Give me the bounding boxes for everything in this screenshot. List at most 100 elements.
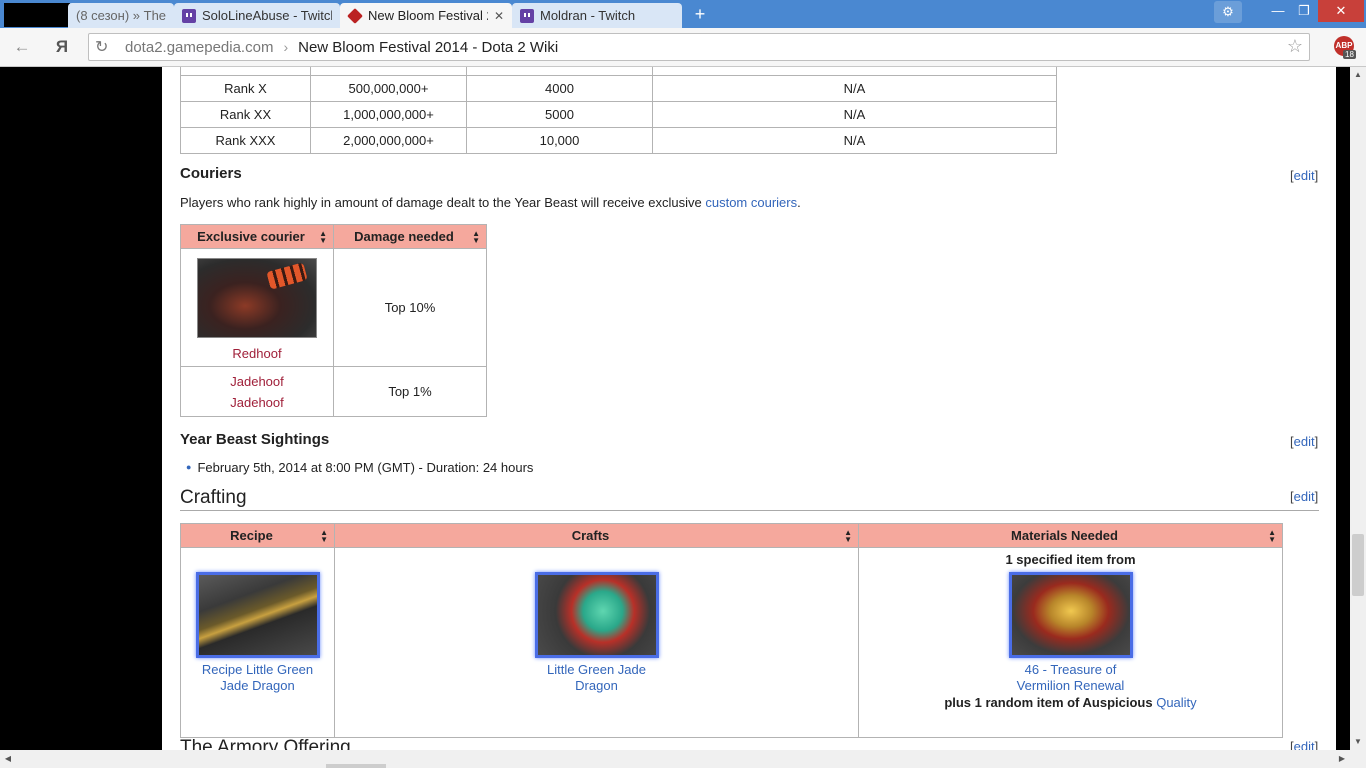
twitch-icon <box>520 8 534 23</box>
browser-toolbar: ← Я ↻ dota2.gamepedia.com › New Bloom Fe… <box>0 28 1366 67</box>
scroll-thumb[interactable] <box>326 764 386 768</box>
tab-sololineabuse[interactable]: SoloLineAbuse - Twitch <box>174 3 340 28</box>
craft-link[interactable]: Little Green Jade Dragon <box>547 662 646 693</box>
column-header[interactable]: Exclusive courier ▲ ▼ <box>180 224 334 249</box>
couriers-heading: Couriers <box>180 165 242 182</box>
armory-edit: [edit] <box>1290 739 1318 750</box>
page-right-border <box>1336 67 1350 750</box>
edit-link[interactable]: edit <box>1294 489 1315 504</box>
scroll-down-icon[interactable]: ▼ <box>1350 734 1366 750</box>
vertical-scrollbar[interactable]: ▲ ▼ <box>1350 67 1366 750</box>
address-separator: › <box>283 39 289 55</box>
column-header[interactable]: Damage needed ▲ ▼ <box>333 224 487 249</box>
close-window-button[interactable]: ✕ <box>1318 0 1364 22</box>
crafting-table: Recipe ▲ ▼ Crafts ▲ ▼ Materials Needed ▲ ▼ Rec… <box>180 523 1283 738</box>
materials-cell: 1 specified item from 46 - Treasure of V… <box>858 547 1283 738</box>
scroll-left-icon[interactable]: ◀ <box>0 750 16 768</box>
close-icon[interactable]: ✕ <box>494 9 504 23</box>
wiki-content: Rank X 500,000,000+ 4000 N/A Rank XX 1,0… <box>162 67 1336 750</box>
table-cell: 1,000,000,000+ <box>310 101 467 128</box>
bookmark-star-icon[interactable]: ☆ <box>1287 36 1303 57</box>
tab-new-bloom[interactable]: New Bloom Festival 2014 ✕ <box>340 3 512 28</box>
crafting-heading: Crafting <box>180 487 247 508</box>
yandex-button[interactable]: Я <box>50 36 74 58</box>
column-header[interactable]: Materials Needed ▲ ▼ <box>858 523 1283 548</box>
address-bar[interactable]: ↻ dota2.gamepedia.com › New Bloom Festiv… <box>88 33 1310 61</box>
table-cell: 4000 <box>466 75 653 102</box>
custom-couriers-link[interactable]: custom couriers <box>705 195 797 210</box>
horizontal-scrollbar[interactable]: ◀ ▶ <box>0 750 1366 768</box>
table-header-row: Exclusive courier ▲ ▼ Damage needed ▲ ▼ <box>180 224 487 249</box>
tab-label: SoloLineAbuse - Twitch <box>202 8 332 23</box>
adblock-count-badge: 18 <box>1343 50 1356 59</box>
dota-icon <box>347 7 363 24</box>
table-cell: 2,000,000,000+ <box>310 127 467 154</box>
table-row <box>180 67 1057 76</box>
table-cell: Rank XX <box>180 101 311 128</box>
sort-icon[interactable]: ▲ ▼ <box>472 230 480 245</box>
tab-moldran[interactable]: Moldran - Twitch <box>512 3 682 28</box>
tab-strip: (8 сезон) » The SoloLineAbuse - Twitch N… <box>0 0 1366 28</box>
bullet-icon: ● <box>186 462 192 472</box>
table-cell: 500,000,000+ <box>310 75 467 102</box>
redacted-area <box>4 3 70 27</box>
sightings-list-item: ● February 5th, 2014 at 8:00 PM (GMT) - D… <box>186 460 533 475</box>
table-cell: N/A <box>652 101 1057 128</box>
column-header[interactable]: Crafts ▲ ▼ <box>334 523 859 548</box>
tab-label: New Bloom Festival 2014 <box>368 8 488 23</box>
recipe-cell: Recipe Little Green Jade Dragon <box>180 547 335 738</box>
table-row: Rank X 500,000,000+ 4000 N/A <box>180 75 1057 102</box>
table-cell: Top 1% <box>333 366 487 417</box>
sort-icon[interactable]: ▲ ▼ <box>1268 529 1276 544</box>
courier-table: Exclusive courier ▲ ▼ Damage needed ▲ ▼ Redh… <box>180 224 487 417</box>
table-header-row: Recipe ▲ ▼ Crafts ▲ ▼ Materials Needed ▲ ▼ <box>180 523 1283 548</box>
address-domain: dota2.gamepedia.com <box>125 38 274 56</box>
edit-link[interactable]: edit <box>1294 739 1315 750</box>
plus-text: plus 1 random item of Auspicious <box>944 695 1157 710</box>
craft-image[interactable] <box>534 572 659 658</box>
redhoof-image[interactable] <box>197 258 317 338</box>
recipe-link[interactable]: Recipe Little Green Jade Dragon <box>202 662 313 693</box>
twitch-icon <box>182 8 196 23</box>
minimize-button[interactable]: — <box>1266 0 1290 22</box>
scroll-thumb[interactable] <box>1352 534 1364 596</box>
edit-link[interactable]: edit <box>1294 168 1315 183</box>
material-link[interactable]: 46 - Treasure of Vermilion Renewal <box>1017 662 1125 693</box>
rank-table: Rank X 500,000,000+ 4000 N/A Rank XX 1,0… <box>180 67 1057 154</box>
heading-divider <box>180 510 1319 511</box>
jadehoof-link[interactable]: Jadehoof <box>230 374 284 389</box>
courier-cell: Jadehoof Jadehoof <box>180 366 334 417</box>
scroll-right-icon[interactable]: ▶ <box>1334 750 1350 768</box>
back-arrow-icon[interactable]: ← <box>10 36 34 58</box>
couriers-edit: [edit] <box>1290 168 1319 183</box>
sort-icon[interactable]: ▲ ▼ <box>320 529 328 544</box>
new-tab-button[interactable]: + <box>690 4 710 24</box>
jadehoof-link[interactable]: Jadehoof <box>230 395 284 410</box>
table-row: Rank XXX 2,000,000,000+ 10,000 N/A <box>180 127 1057 154</box>
tab-the[interactable]: (8 сезон) » The <box>68 3 174 28</box>
materials-title: 1 specified item from <box>1005 552 1136 567</box>
gear-icon[interactable]: ⚙ <box>1214 1 1242 23</box>
recipe-image[interactable] <box>195 572 320 658</box>
page-viewport: Rank X 500,000,000+ 4000 N/A Rank XX 1,0… <box>0 67 1350 750</box>
redhoof-link[interactable]: Redhoof <box>232 346 281 361</box>
scroll-up-icon[interactable]: ▲ <box>1350 67 1366 83</box>
sort-icon[interactable]: ▲ ▼ <box>844 529 852 544</box>
courier-cell: Redhoof <box>180 248 334 367</box>
material-image[interactable] <box>1008 572 1133 658</box>
sightings-heading: Year Beast Sightings <box>180 431 330 448</box>
table-cell: Rank XXX <box>180 127 311 154</box>
sightings-edit: [edit] <box>1290 434 1319 449</box>
quality-link[interactable]: Quality <box>1156 695 1196 710</box>
address-page-title: New Bloom Festival 2014 - Dota 2 Wiki <box>298 38 559 56</box>
table-row: Jadehoof Jadehoof Top 1% <box>180 366 487 417</box>
armory-heading: The Armory Offering <box>180 737 351 750</box>
reload-icon[interactable]: ↻ <box>95 37 108 57</box>
maximize-button[interactable]: ❐ <box>1292 0 1316 22</box>
table-row: Recipe Little Green Jade Dragon Little G… <box>180 547 1283 738</box>
edit-link[interactable]: edit <box>1294 434 1315 449</box>
sort-icon[interactable]: ▲ ▼ <box>319 230 327 245</box>
column-header[interactable]: Recipe ▲ ▼ <box>180 523 335 548</box>
crafting-edit: [edit] <box>1290 489 1319 504</box>
intro-end: . <box>797 195 801 210</box>
